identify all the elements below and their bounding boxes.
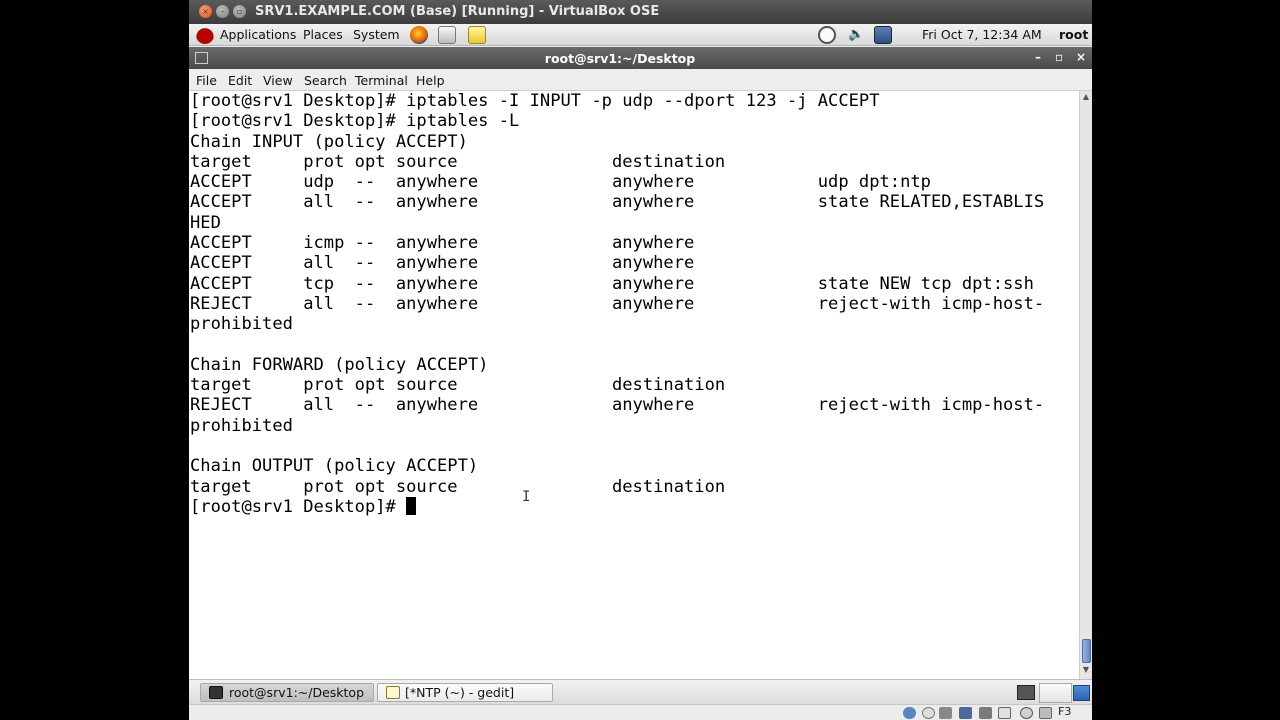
virtualbox-window: × – ▫ SRV1.EXAMPLE.COM (Base) [Running] …: [189, 0, 1092, 720]
terminal-line: prohibited: [190, 314, 293, 335]
terminal-line: target prot opt source destination: [190, 476, 726, 497]
notes-icon[interactable]: [468, 26, 486, 44]
terminal-icon: [209, 686, 223, 699]
workspace-switcher[interactable]: [1039, 683, 1072, 703]
taskbar-item-gedit[interactable]: [*NTP (~) - gedit]: [377, 683, 553, 702]
terminal-line: target prot opt source destination: [190, 375, 726, 396]
terminal-line: prohibited: [190, 415, 293, 436]
shared-folders-icon[interactable]: [979, 707, 992, 719]
panel-user[interactable]: root: [1059, 27, 1088, 42]
terminal-output[interactable]: [root@srv1 Desktop]# iptables -I INPUT -…: [189, 91, 1079, 679]
terminal-line: HED: [190, 212, 221, 233]
usb-icon[interactable]: [939, 707, 952, 719]
terminal-line: Chain OUTPUT (policy ACCEPT): [190, 456, 479, 477]
terminal-line: target prot opt source destination: [190, 151, 726, 172]
scroll-down-arrow-icon[interactable]: ▼: [1080, 665, 1092, 677]
terminal-line: ACCEPT all -- anywhere anywhere state RE…: [190, 192, 1045, 213]
terminal-line: ACCEPT icmp -- anywhere anywhere: [190, 233, 695, 254]
places-menu[interactable]: Places: [303, 27, 343, 42]
vbox-window-title: SRV1.EXAMPLE.COM (Base) [Running] - Virt…: [255, 4, 660, 19]
terminal-line: REJECT all -- anywhere anywhere reject-w…: [190, 293, 1045, 314]
terminal-line: Chain INPUT (policy ACCEPT): [190, 131, 468, 152]
terminal-line: ACCEPT all -- anywhere anywhere: [190, 253, 695, 274]
active-workspace-icon[interactable]: [1073, 685, 1090, 701]
terminal-prompt-line[interactable]: [root@srv1 Desktop]#: [190, 496, 1044, 517]
taskbar-item-label: [*NTP (~) - gedit]: [405, 685, 515, 700]
terminal-cursor: [406, 496, 417, 515]
gedit-icon: [386, 686, 400, 699]
display-icon[interactable]: [998, 707, 1011, 719]
terminal-line: [root@srv1 Desktop]# iptables -I INPUT -…: [190, 91, 880, 111]
menu-search[interactable]: Search: [304, 73, 347, 88]
mouse-integration-icon[interactable]: [1039, 707, 1052, 719]
menu-edit[interactable]: Edit: [228, 73, 252, 88]
taskbar-item-terminal[interactable]: root@srv1:~/Desktop: [200, 683, 374, 702]
vbox-statusbar: F3: [189, 704, 1092, 720]
menu-file[interactable]: File: [196, 73, 217, 88]
terminal-line: ACCEPT udp -- anywhere anywhere udp dpt:…: [190, 172, 931, 193]
network-adapter-icon[interactable]: [959, 707, 972, 719]
clock-icon[interactable]: [818, 26, 836, 44]
terminal-prompt: [root@srv1 Desktop]#: [190, 496, 407, 517]
hard-disk-icon[interactable]: [903, 707, 916, 719]
show-desktop-icon[interactable]: [1017, 685, 1035, 700]
optical-drive-icon[interactable]: [922, 707, 935, 719]
scrollbar-thumb[interactable]: [1082, 639, 1091, 663]
terminal-scrollbar[interactable]: ▲ ▼: [1079, 91, 1092, 679]
terminal-line: ​: [190, 335, 1044, 355]
virtualization-icon[interactable]: [1020, 707, 1033, 719]
vbox-titlebar: × – ▫ SRV1.EXAMPLE.COM (Base) [Running] …: [189, 0, 1092, 24]
gnome-bottom-panel: root@srv1:~/Desktop [*NTP (~) - gedit]: [189, 679, 1092, 704]
terminal-line: ACCEPT tcp -- anywhere anywhere state NE…: [190, 273, 1034, 294]
terminal-menubar: File Edit View Search Terminal Help: [189, 69, 1092, 91]
menu-terminal[interactable]: Terminal: [355, 73, 408, 88]
mail-icon[interactable]: [438, 26, 456, 44]
terminal-line: REJECT all -- anywhere anywhere reject-w…: [190, 395, 1045, 416]
terminal-line: Chain FORWARD (policy ACCEPT): [190, 354, 489, 375]
vbox-maximize-button[interactable]: ▫: [233, 5, 246, 18]
terminal-line: ​: [190, 436, 1044, 456]
firefox-icon[interactable]: [410, 26, 428, 44]
scroll-up-arrow-icon[interactable]: ▲: [1080, 92, 1092, 104]
ibeam-cursor-icon: I: [522, 489, 531, 505]
menu-view[interactable]: View: [263, 73, 293, 88]
vbox-minimize-button[interactable]: –: [216, 5, 229, 18]
host-key-label: F3: [1058, 705, 1072, 718]
vbox-close-button[interactable]: ×: [199, 5, 212, 18]
terminal-minimize-button[interactable]: –: [1035, 50, 1041, 64]
terminal-title: root@srv1:~/Desktop: [544, 51, 696, 66]
applications-menu[interactable]: Applications: [220, 27, 296, 42]
terminal-maximize-button[interactable]: ▫: [1055, 50, 1063, 64]
terminal-close-button[interactable]: ×: [1076, 50, 1086, 64]
menu-help[interactable]: Help: [416, 73, 445, 88]
terminal-line: [root@srv1 Desktop]# iptables -L: [190, 111, 520, 132]
gnome-top-panel: Applications Places System 🔈 Fri Oct 7, …: [189, 24, 1092, 46]
terminal-titlebar: root@srv1:~/Desktop – ▫ ×: [189, 47, 1092, 69]
redhat-logo-icon[interactable]: [196, 26, 214, 44]
panel-clock[interactable]: Fri Oct 7, 12:34 AM: [922, 27, 1042, 42]
network-icon[interactable]: [874, 26, 892, 44]
system-menu[interactable]: System: [353, 27, 400, 42]
volume-icon[interactable]: 🔈: [848, 27, 866, 45]
taskbar-item-label: root@srv1:~/Desktop: [229, 685, 365, 700]
